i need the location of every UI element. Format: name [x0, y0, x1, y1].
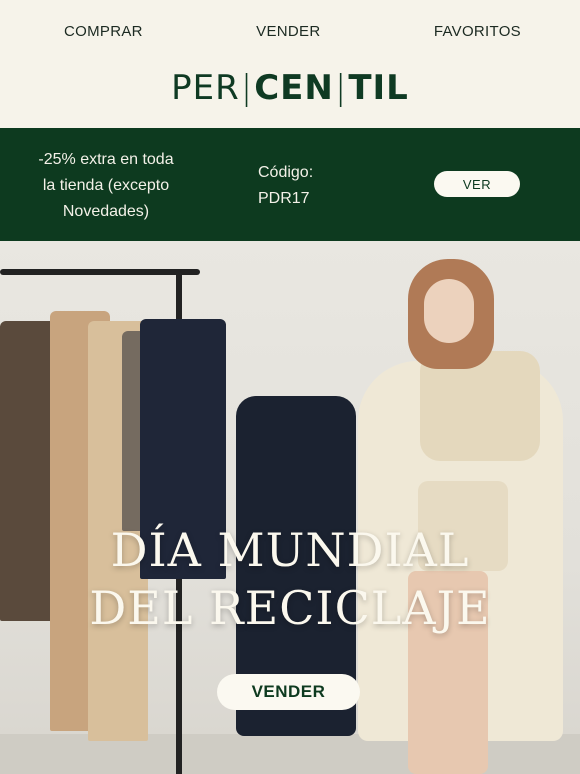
nav-favoritos[interactable]: FAVORITOS [434, 23, 521, 40]
promo-code-value: PDR17 [258, 190, 310, 207]
promo-line: la tienda (excepto [42, 177, 170, 194]
logo-part-2: CEN [254, 68, 334, 108]
hero-headline: DÍA MUNDIAL DEL RECICLAJE [0, 521, 580, 637]
nav-comprar[interactable]: COMPRAR [64, 23, 143, 40]
logo-part-3: TIL [348, 68, 409, 108]
logo-divider: | [240, 68, 254, 108]
headline-line-1: DÍA MUNDIAL [110, 523, 470, 577]
logo-part-1: PER [171, 68, 240, 108]
promo-line: -25% extra en toda [38, 151, 174, 168]
brand-logo[interactable]: PER|CEN|TIL [0, 62, 580, 128]
hero-image[interactable]: DÍA MUNDIAL DEL RECICLAJE VENDER [0, 241, 580, 774]
top-navigation: COMPRAR VENDER FAVORITOS [0, 0, 580, 62]
headline-line-2: DEL RECICLAJE [89, 581, 491, 635]
promo-line: Novedades) [62, 203, 150, 220]
promo-code-label: Código: [258, 164, 314, 181]
promo-banner: -25% extra en toda la tienda (excepto No… [0, 128, 580, 241]
promo-code: Código: PDR17 [258, 160, 313, 212]
clothing-rack-bar [0, 269, 200, 275]
promo-text: -25% extra en toda la tienda (excepto No… [26, 147, 186, 225]
nav-vender[interactable]: VENDER [256, 23, 320, 40]
logo-divider: | [334, 68, 348, 108]
model-face [424, 279, 474, 343]
promo-ver-button[interactable]: VER [434, 171, 520, 197]
vender-cta-button[interactable]: VENDER [217, 674, 360, 710]
